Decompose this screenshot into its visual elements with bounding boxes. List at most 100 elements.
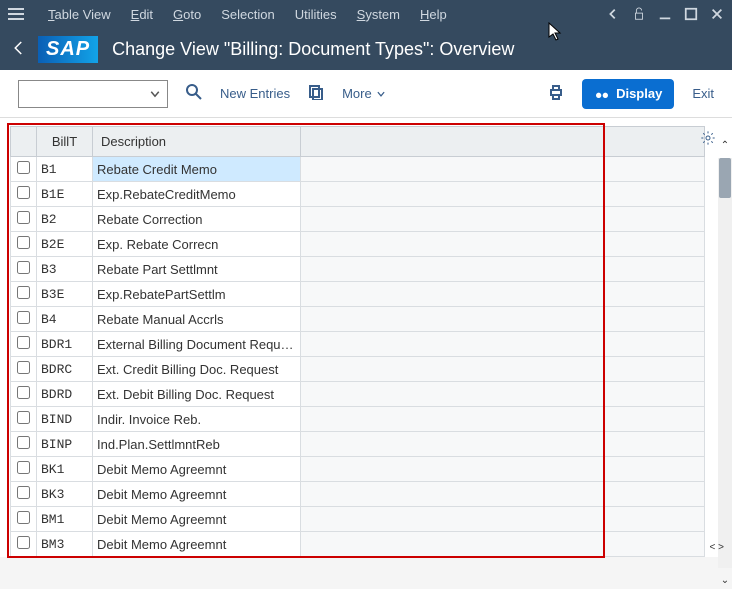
- description-cell[interactable]: Debit Memo Agreemnt: [93, 507, 301, 532]
- menu-utilities[interactable]: Utilities: [285, 3, 347, 26]
- back-button[interactable]: [10, 39, 28, 60]
- row-checkbox[interactable]: [17, 261, 30, 274]
- billt-cell[interactable]: BIND: [37, 407, 93, 432]
- col-description[interactable]: Description: [93, 127, 301, 157]
- exit-button[interactable]: Exit: [692, 86, 714, 101]
- search-button[interactable]: [186, 84, 202, 103]
- table-wrap: BillT Description B1Rebate Credit MemoB1…: [0, 118, 732, 557]
- table-row[interactable]: B3Rebate Part Settlmnt: [11, 257, 705, 282]
- menu-selection[interactable]: Selection: [211, 3, 284, 26]
- table-row[interactable]: B2EExp. Rebate Correcn: [11, 232, 705, 257]
- description-cell[interactable]: Debit Memo Agreemnt: [93, 457, 301, 482]
- row-checkbox[interactable]: [17, 161, 30, 174]
- unlock-icon[interactable]: [632, 7, 646, 21]
- row-checkbox[interactable]: [17, 461, 30, 474]
- rest-cell: [301, 432, 705, 457]
- billt-cell[interactable]: B1: [37, 157, 93, 182]
- table-row[interactable]: BK3Debit Memo Agreemnt: [11, 482, 705, 507]
- scroll-down-icon[interactable]: ⌄: [718, 575, 732, 586]
- print-button[interactable]: [548, 84, 564, 103]
- table-row[interactable]: BINDIndir. Invoice Reb.: [11, 407, 705, 432]
- billt-cell[interactable]: BK1: [37, 457, 93, 482]
- table-row[interactable]: BK1Debit Memo Agreemnt: [11, 457, 705, 482]
- description-cell[interactable]: Rebate Manual Accrls: [93, 307, 301, 332]
- billt-cell[interactable]: BM3: [37, 532, 93, 557]
- table-row[interactable]: BDRCExt. Credit Billing Doc. Request: [11, 357, 705, 382]
- settings-button[interactable]: [700, 130, 716, 149]
- close-icon[interactable]: [710, 7, 724, 21]
- page-title: Change View "Billing: Document Types": O…: [112, 39, 514, 60]
- row-checkbox[interactable]: [17, 411, 30, 424]
- minimize-icon[interactable]: [658, 7, 672, 21]
- maximize-icon[interactable]: [684, 7, 698, 21]
- row-checkbox[interactable]: [17, 436, 30, 449]
- more-button[interactable]: More: [342, 86, 386, 101]
- table-row[interactable]: B1Rebate Credit Memo: [11, 157, 705, 182]
- col-select[interactable]: [11, 127, 37, 157]
- billt-cell[interactable]: BDR1: [37, 332, 93, 357]
- row-checkbox[interactable]: [17, 486, 30, 499]
- billt-cell[interactable]: B4: [37, 307, 93, 332]
- description-cell[interactable]: Exp.RebatePartSettlm: [93, 282, 301, 307]
- col-billt[interactable]: BillT: [37, 127, 93, 157]
- description-cell[interactable]: Indir. Invoice Reb.: [93, 407, 301, 432]
- description-cell[interactable]: Debit Memo Agreemnt: [93, 482, 301, 507]
- table-row[interactable]: B3EExp.RebatePartSettlm: [11, 282, 705, 307]
- table-row[interactable]: BDRDExt. Debit Billing Doc. Request: [11, 382, 705, 407]
- row-checkbox[interactable]: [17, 236, 30, 249]
- vertical-scrollbar[interactable]: ⌃ ⌄: [718, 158, 732, 568]
- table-row[interactable]: B2Rebate Correction: [11, 207, 705, 232]
- billt-cell[interactable]: B1E: [37, 182, 93, 207]
- billt-cell[interactable]: B3: [37, 257, 93, 282]
- row-checkbox[interactable]: [17, 311, 30, 324]
- description-cell[interactable]: Debit Memo Agreemnt: [93, 532, 301, 557]
- table-row[interactable]: BM3Debit Memo Agreemnt: [11, 532, 705, 557]
- chevron-left-icon[interactable]: [606, 7, 620, 21]
- command-field[interactable]: [18, 80, 168, 108]
- menu-help[interactable]: Help: [410, 3, 457, 26]
- table-row[interactable]: BM1Debit Memo Agreemnt: [11, 507, 705, 532]
- description-cell[interactable]: Ext. Credit Billing Doc. Request: [93, 357, 301, 382]
- display-button[interactable]: Display: [582, 79, 674, 109]
- description-cell[interactable]: Rebate Credit Memo: [93, 157, 301, 182]
- copy-button[interactable]: [308, 84, 324, 103]
- row-checkbox[interactable]: [17, 536, 30, 549]
- menu-table-view[interactable]: Table View: [38, 3, 121, 26]
- scroll-up-icon[interactable]: ⌃: [718, 140, 732, 151]
- table-row[interactable]: BDR1External Billing Document Requ…: [11, 332, 705, 357]
- new-entries-button[interactable]: New Entries: [220, 86, 290, 101]
- billt-cell[interactable]: B3E: [37, 282, 93, 307]
- row-checkbox[interactable]: [17, 386, 30, 399]
- billt-cell[interactable]: BINP: [37, 432, 93, 457]
- billt-cell[interactable]: BDRC: [37, 357, 93, 382]
- table-row[interactable]: B4Rebate Manual Accrls: [11, 307, 705, 332]
- row-checkbox[interactable]: [17, 361, 30, 374]
- horizontal-scroll-arrows[interactable]: < >: [710, 542, 724, 553]
- row-checkbox[interactable]: [17, 511, 30, 524]
- menu-system[interactable]: System: [347, 3, 410, 26]
- description-cell[interactable]: Ext. Debit Billing Doc. Request: [93, 382, 301, 407]
- table-row[interactable]: BINPInd.Plan.SettlmntReb: [11, 432, 705, 457]
- menu-goto[interactable]: Goto: [163, 3, 211, 26]
- row-checkbox-cell: [11, 307, 37, 332]
- row-checkbox-cell: [11, 432, 37, 457]
- row-checkbox[interactable]: [17, 286, 30, 299]
- billt-cell[interactable]: BK3: [37, 482, 93, 507]
- table-row[interactable]: B1EExp.RebateCreditMemo: [11, 182, 705, 207]
- hamburger-icon[interactable]: [8, 6, 24, 22]
- row-checkbox[interactable]: [17, 186, 30, 199]
- description-cell[interactable]: External Billing Document Requ…: [93, 332, 301, 357]
- description-cell[interactable]: Exp.RebateCreditMemo: [93, 182, 301, 207]
- billt-cell[interactable]: B2E: [37, 232, 93, 257]
- row-checkbox[interactable]: [17, 336, 30, 349]
- billt-cell[interactable]: B2: [37, 207, 93, 232]
- billt-cell[interactable]: BDRD: [37, 382, 93, 407]
- menu-edit[interactable]: Edit: [121, 3, 163, 26]
- description-cell[interactable]: Rebate Correction: [93, 207, 301, 232]
- billt-cell[interactable]: BM1: [37, 507, 93, 532]
- description-cell[interactable]: Rebate Part Settlmnt: [93, 257, 301, 282]
- row-checkbox[interactable]: [17, 211, 30, 224]
- description-cell[interactable]: Ind.Plan.SettlmntReb: [93, 432, 301, 457]
- description-cell[interactable]: Exp. Rebate Correcn: [93, 232, 301, 257]
- scroll-thumb[interactable]: [719, 158, 731, 198]
